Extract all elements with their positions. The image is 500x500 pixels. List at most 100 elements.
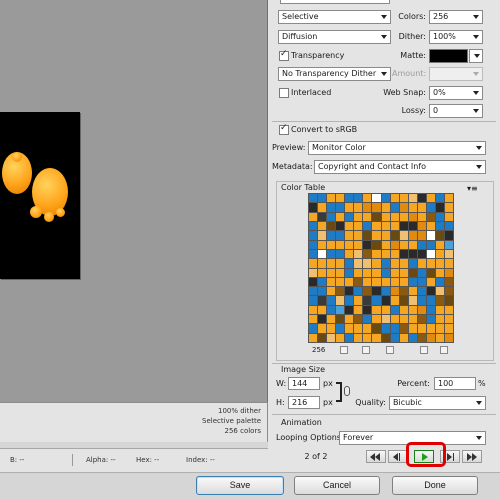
color-swatch[interactable] [399, 194, 408, 203]
color-swatch[interactable] [345, 277, 354, 287]
color-swatch[interactable] [408, 221, 417, 231]
color-swatch[interactable] [345, 240, 354, 249]
color-swatch[interactable] [408, 324, 417, 333]
color-swatch[interactable] [336, 231, 345, 240]
color-swatch[interactable] [399, 305, 408, 315]
color-swatch[interactable] [345, 324, 354, 333]
color-swatch[interactable] [417, 259, 426, 268]
color-swatch[interactable] [345, 296, 354, 305]
color-swatch[interactable] [417, 296, 426, 305]
color-swatch[interactable] [354, 277, 363, 287]
color-swatch[interactable] [381, 305, 390, 315]
height-input[interactable]: 216 [288, 396, 320, 409]
color-swatch[interactable] [426, 324, 435, 333]
color-swatch[interactable] [435, 231, 444, 240]
color-swatch[interactable] [336, 259, 345, 268]
color-swatch[interactable] [381, 203, 390, 212]
color-swatch[interactable] [381, 315, 390, 324]
color-swatch[interactable] [399, 259, 408, 268]
color-swatch[interactable] [408, 231, 417, 240]
color-swatch[interactable] [336, 203, 345, 212]
color-swatch[interactable] [426, 296, 435, 305]
color-swatch[interactable] [354, 315, 363, 324]
color-swatch[interactable] [318, 203, 327, 212]
color-swatch[interactable] [444, 212, 453, 221]
color-swatch[interactable] [363, 268, 372, 277]
color-swatch[interactable] [435, 324, 444, 333]
color-swatch[interactable] [408, 305, 417, 315]
preset-select[interactable] [280, 0, 390, 4]
color-swatch[interactable] [309, 277, 318, 287]
color-swatch[interactable] [318, 212, 327, 221]
color-swatch[interactable] [309, 315, 318, 324]
color-swatch[interactable] [372, 268, 381, 277]
color-swatch[interactable] [444, 277, 453, 287]
color-swatch[interactable] [354, 231, 363, 240]
color-swatch[interactable] [399, 221, 408, 231]
color-swatch[interactable] [381, 240, 390, 249]
map-color-icon[interactable] [386, 346, 394, 354]
color-swatch[interactable] [408, 240, 417, 249]
color-swatch[interactable] [444, 194, 453, 203]
color-swatch[interactable] [390, 221, 399, 231]
color-swatch[interactable] [363, 315, 372, 324]
color-swatch[interactable] [309, 249, 318, 259]
color-swatch[interactable] [426, 194, 435, 203]
color-swatch[interactable] [444, 296, 453, 305]
color-swatch[interactable] [372, 249, 381, 259]
color-swatch[interactable] [381, 324, 390, 333]
color-swatch[interactable] [354, 296, 363, 305]
color-swatch[interactable] [354, 287, 363, 296]
web-shift-icon[interactable] [340, 346, 348, 354]
color-swatch[interactable] [309, 296, 318, 305]
color-swatch[interactable] [381, 231, 390, 240]
color-swatch[interactable] [372, 305, 381, 315]
save-button[interactable]: Save [196, 476, 284, 495]
colors-select[interactable]: 256 [429, 10, 483, 24]
color-swatch[interactable] [381, 277, 390, 287]
quality-select[interactable]: Bicubic [389, 396, 486, 410]
color-swatch[interactable] [336, 305, 345, 315]
color-swatch[interactable] [381, 194, 390, 203]
dither-algorithm-select[interactable]: Diffusion [278, 30, 391, 44]
color-swatch[interactable] [390, 315, 399, 324]
color-swatch[interactable] [354, 203, 363, 212]
color-swatch[interactable] [363, 324, 372, 333]
color-swatch[interactable] [426, 277, 435, 287]
color-swatch[interactable] [444, 305, 453, 315]
color-swatch[interactable] [345, 305, 354, 315]
color-swatch[interactable] [363, 333, 372, 342]
width-input[interactable]: 144 [288, 377, 320, 390]
color-swatch[interactable] [309, 221, 318, 231]
color-swatch[interactable] [417, 268, 426, 277]
color-swatch[interactable] [417, 287, 426, 296]
color-swatch[interactable] [309, 194, 318, 203]
color-swatch[interactable] [381, 249, 390, 259]
color-swatch[interactable] [327, 221, 336, 231]
new-color-icon[interactable] [420, 346, 428, 354]
color-swatch[interactable] [381, 287, 390, 296]
color-swatch[interactable] [390, 324, 399, 333]
color-swatch[interactable] [327, 324, 336, 333]
color-swatch[interactable] [408, 249, 417, 259]
color-swatch[interactable] [399, 249, 408, 259]
color-swatch[interactable] [309, 203, 318, 212]
color-swatch[interactable] [426, 287, 435, 296]
color-swatch[interactable] [318, 259, 327, 268]
color-swatch[interactable] [309, 212, 318, 221]
color-swatch[interactable] [354, 212, 363, 221]
color-swatch[interactable] [444, 259, 453, 268]
color-swatch[interactable] [399, 240, 408, 249]
color-swatch[interactable] [417, 240, 426, 249]
color-swatch[interactable] [408, 259, 417, 268]
color-swatch[interactable] [363, 287, 372, 296]
color-swatch[interactable] [426, 231, 435, 240]
color-swatch[interactable] [345, 203, 354, 212]
color-swatch[interactable] [354, 240, 363, 249]
color-swatch[interactable] [345, 212, 354, 221]
color-swatch[interactable] [417, 333, 426, 342]
color-swatch[interactable] [327, 277, 336, 287]
color-swatch[interactable] [363, 240, 372, 249]
previous-frame-button[interactable] [388, 450, 408, 463]
color-swatch[interactable] [318, 315, 327, 324]
